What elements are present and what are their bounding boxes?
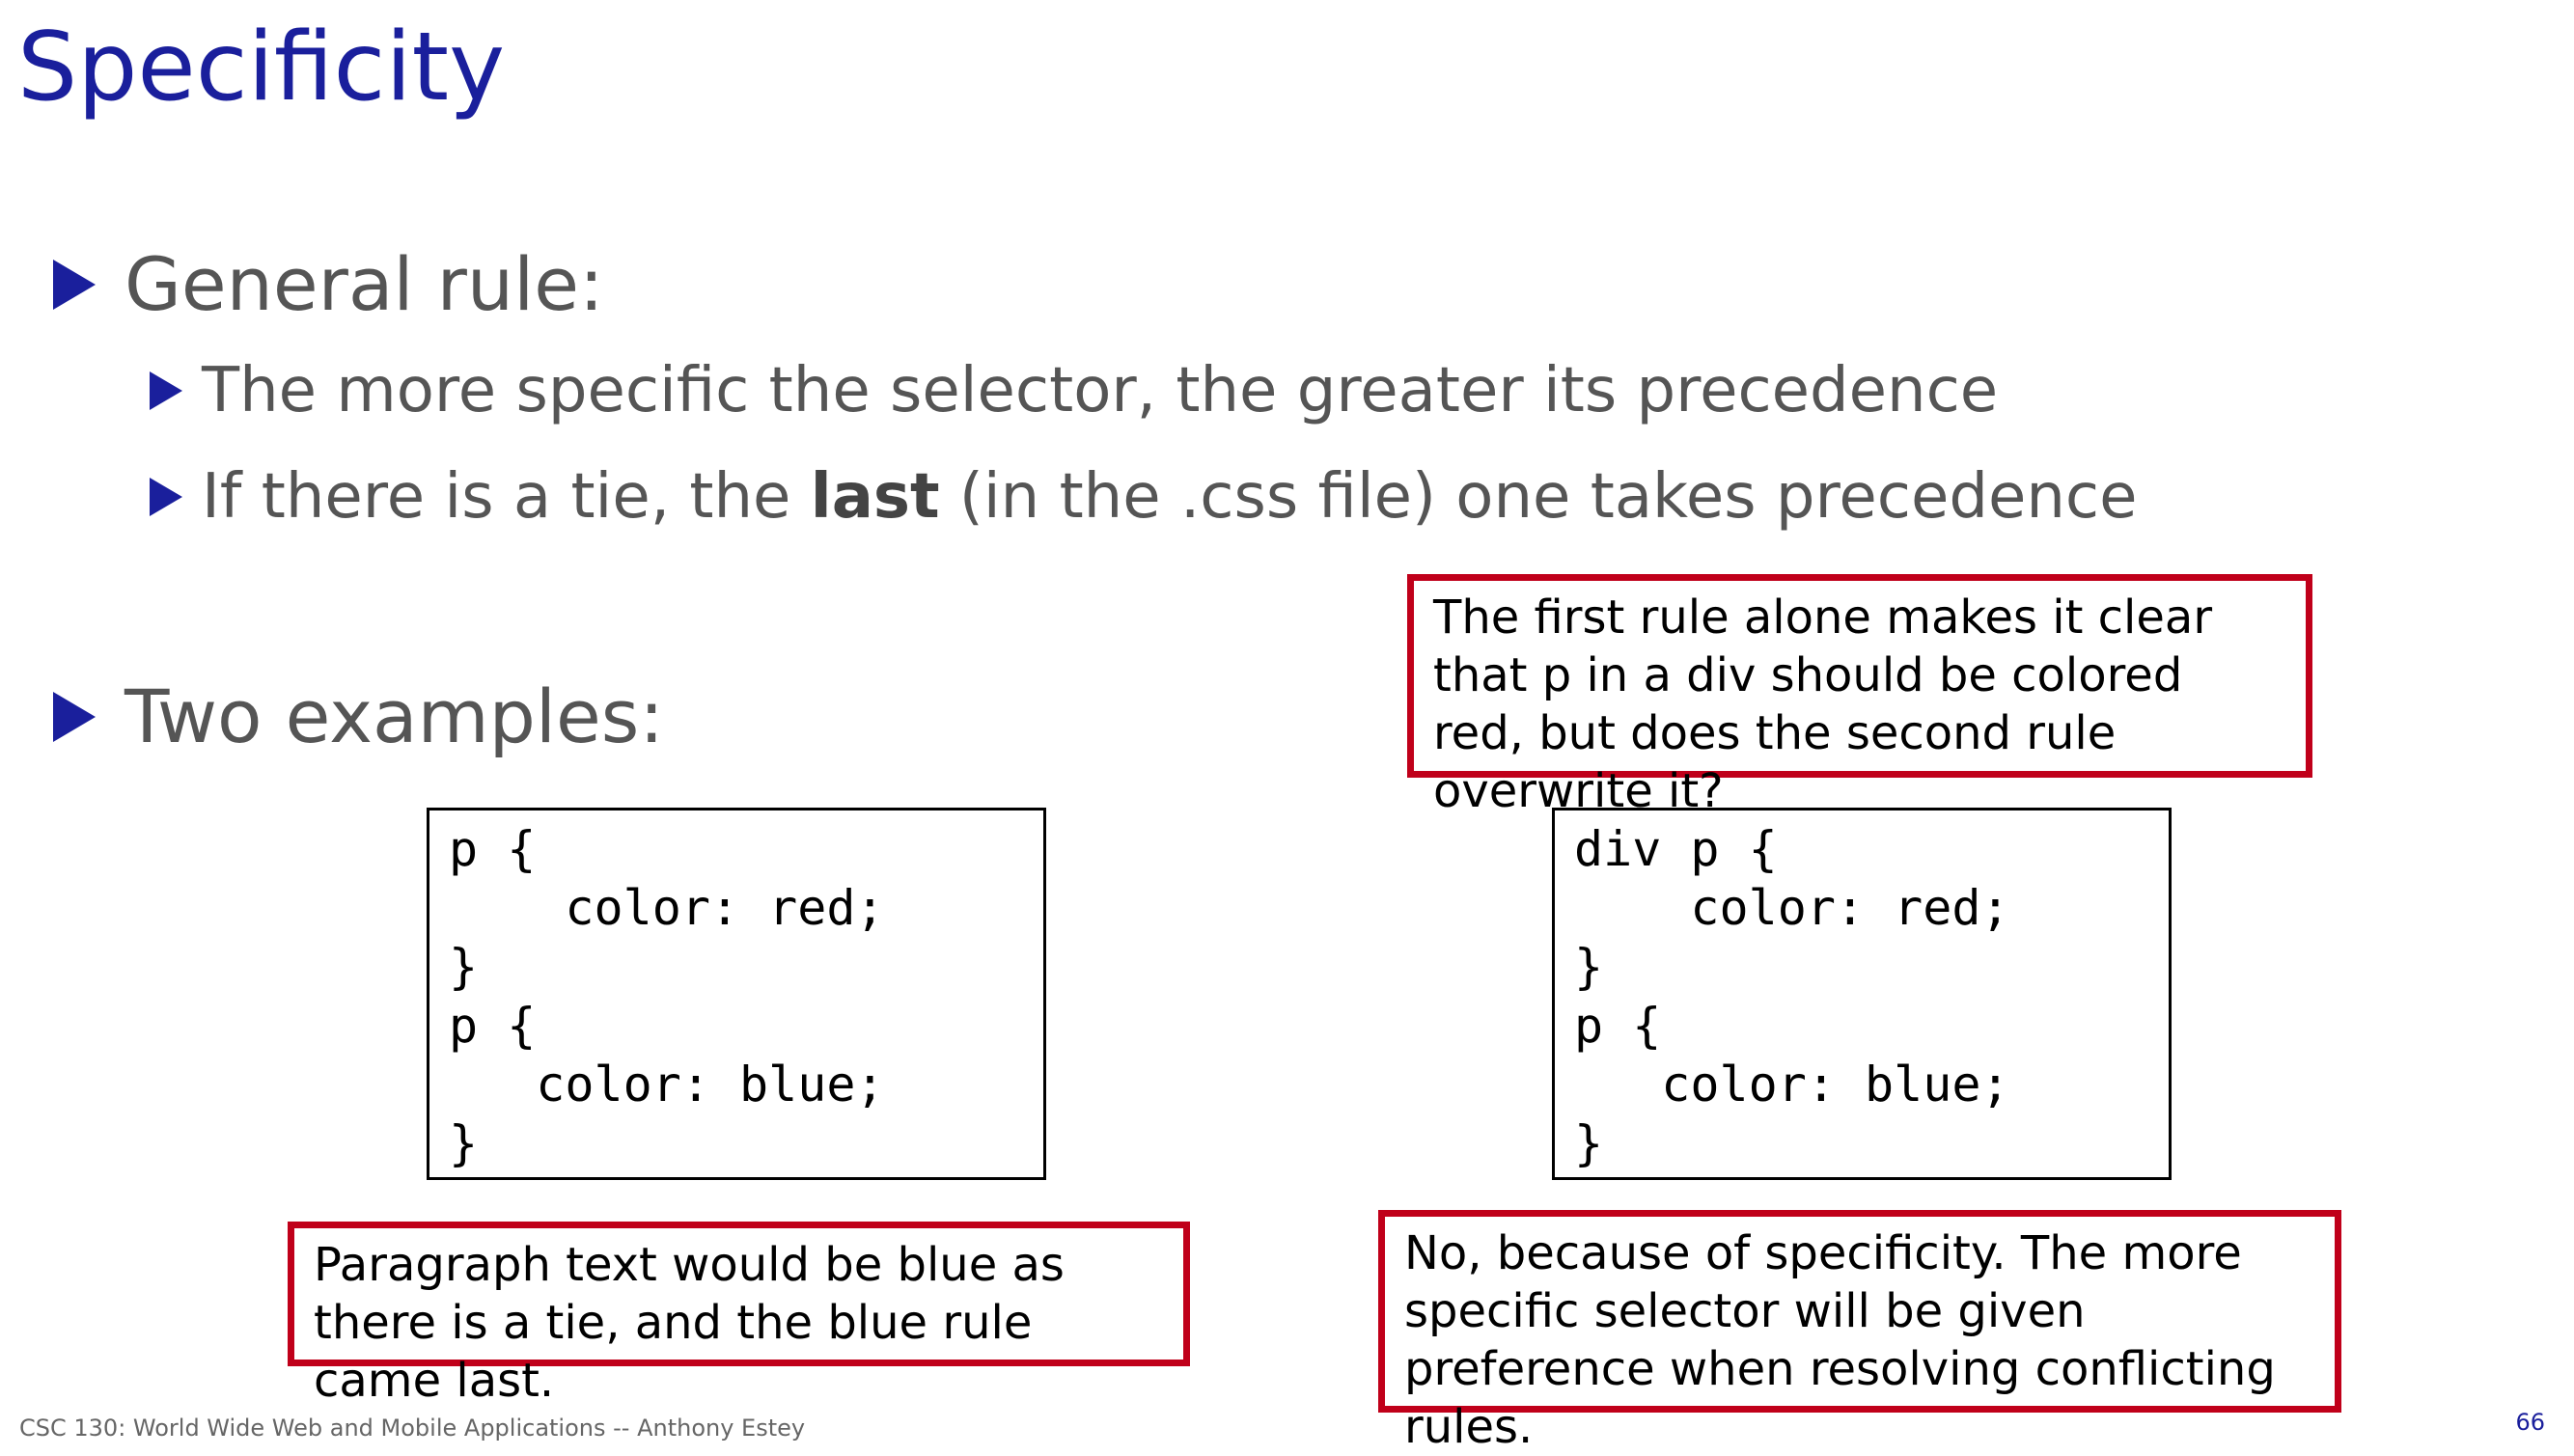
slide-footer: CSC 130: World Wide Web and Mobile Appli… — [19, 1415, 806, 1442]
triangle-right-icon — [150, 478, 182, 516]
code-example-1-text: p { color: red; } p { color: blue; } — [449, 821, 885, 1171]
tie-text-bold: last — [810, 461, 940, 533]
code-example-2: div p { color: red; } p { color: blue; } — [1552, 808, 2172, 1180]
triangle-right-icon — [150, 371, 182, 410]
code-example-2-text: div p { color: red; } p { color: blue; } — [1574, 821, 2010, 1171]
bullet-text-tie: If there is a tie, the last (in the .css… — [202, 461, 2137, 533]
bullet-text: General rule: — [125, 241, 604, 327]
triangle-right-icon — [53, 691, 96, 742]
triangle-right-icon — [53, 259, 96, 310]
bullet-two-examples: Two examples: — [53, 673, 664, 759]
slide-title: Specificity — [17, 13, 506, 123]
tie-text-after: (in the .css file) one takes precedence — [939, 461, 2138, 533]
code-example-1: p { color: red; } p { color: blue; } — [427, 808, 1046, 1180]
answer-callout-example-2: No, because of specificity. The more spe… — [1378, 1210, 2341, 1454]
bullet-text: Two examples: — [125, 673, 664, 759]
bullet-more-specific: The more specific the selector, the grea… — [150, 355, 1998, 426]
page-number: 66 — [2515, 1409, 2545, 1436]
bullet-tie-rule: If there is a tie, the last (in the .css… — [150, 461, 2137, 533]
answer-callout-example-1: Paragraph text would be blue as there is… — [288, 1222, 1190, 1408]
bullet-general-rule: General rule: — [53, 241, 604, 327]
tie-text-before: If there is a tie, the — [202, 461, 811, 533]
question-callout: The first rule alone makes it clear that… — [1407, 574, 2312, 818]
bullet-text: The more specific the selector, the grea… — [202, 355, 1999, 426]
